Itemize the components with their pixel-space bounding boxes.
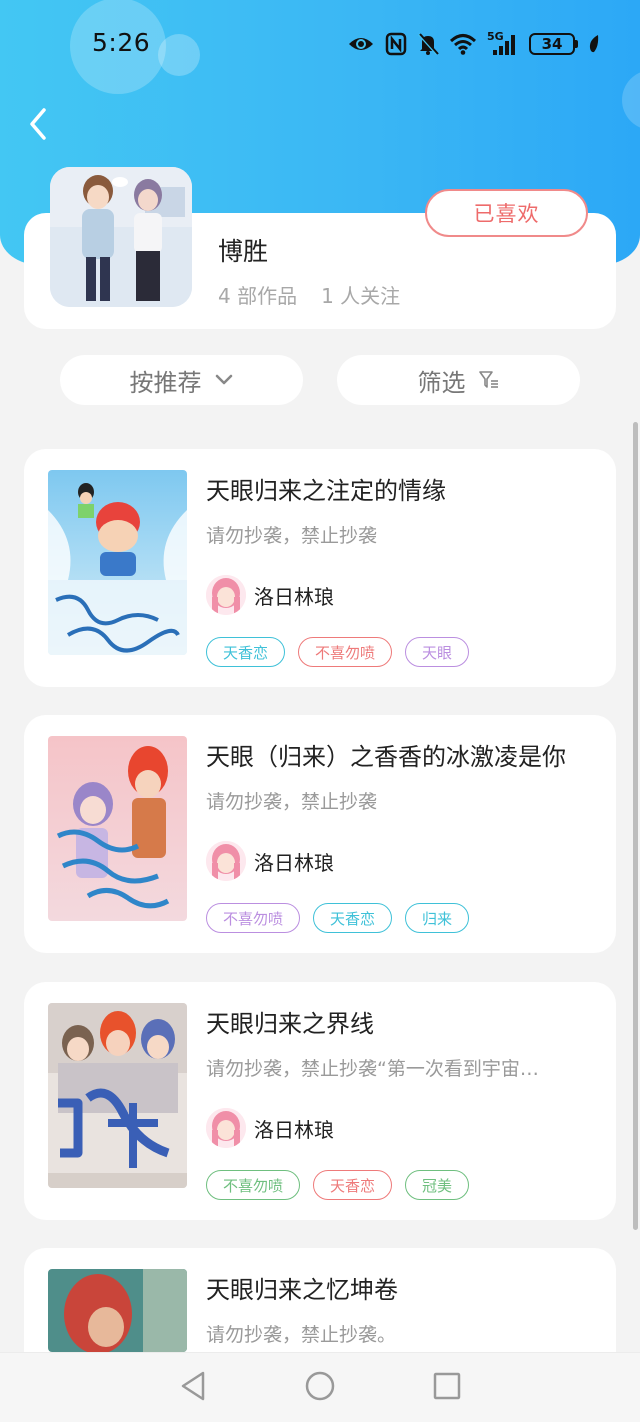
book-description: 请勿抄袭，禁止抄袭: [206, 525, 378, 547]
author-small-avatar: [206, 575, 246, 615]
tag[interactable]: 天香恋: [313, 1170, 393, 1200]
nfc-icon: [385, 32, 407, 56]
book-description: 请勿抄袭，禁止抄袭。: [206, 1324, 397, 1346]
book-author-name: 洛日林琅: [254, 1117, 334, 1142]
book-author[interactable]: 洛日林琅: [206, 1108, 334, 1148]
tag[interactable]: 归来: [405, 903, 470, 933]
chevron-down-icon: [215, 374, 232, 385]
wifi-icon: [449, 33, 477, 55]
author-stats: 4 部作品 1 人关注: [218, 280, 400, 309]
signal-icon: 5G: [487, 30, 519, 56]
bell-off-icon: [417, 32, 439, 56]
filter-button[interactable]: 筛选: [337, 355, 580, 405]
author-small-avatar: [206, 1108, 246, 1148]
tag[interactable]: 不喜勿喷: [206, 1170, 301, 1200]
back-button[interactable]: [18, 104, 58, 144]
tag[interactable]: 天香恋: [313, 903, 393, 933]
author-name: 博胜: [218, 237, 269, 266]
book-author[interactable]: 洛日林琅: [206, 841, 334, 881]
status-icons: 5G 34: [347, 30, 600, 58]
system-nav-bar: [0, 1352, 640, 1422]
book-author-name: 洛日林琅: [254, 584, 334, 609]
filter-icon: [478, 371, 498, 388]
battery-icon: 34: [529, 33, 578, 55]
works-count: 4 部作品: [218, 284, 298, 308]
book-cover[interactable]: [48, 470, 187, 655]
book-card[interactable]: 天眼（归来）之香香的冰激凌是你 请勿抄袭，禁止抄袭 洛日林琅 不喜勿喷 天香恋 …: [24, 715, 616, 953]
tag-list: 天香恋 不喜勿喷 天眼: [206, 637, 470, 667]
eye-icon: [347, 34, 375, 54]
author-small-avatar: [206, 841, 246, 881]
book-description: 请勿抄袭，禁止抄袭: [206, 791, 378, 813]
tag[interactable]: 天香恋: [206, 637, 286, 667]
book-title[interactable]: 天眼（归来）之香香的冰激凌是你: [206, 737, 566, 772]
back-triangle-icon[interactable]: [178, 1370, 208, 1406]
tag-list: 不喜勿喷 天香恋 归来: [206, 903, 470, 933]
tag[interactable]: 天眼: [405, 637, 470, 667]
leaf-icon: [588, 34, 600, 54]
book-card[interactable]: 天眼归来之界线 请勿抄袭，禁止抄袭“第一次看到宇宙… 洛日林琅 不喜勿喷 天香恋…: [24, 982, 616, 1220]
book-title[interactable]: 天眼归来之界线: [206, 1004, 374, 1039]
battery-level: 34: [529, 33, 575, 55]
author-avatar[interactable]: [50, 167, 192, 307]
tag-list: 不喜勿喷 天香恋 冠美: [206, 1170, 470, 1200]
tag[interactable]: 冠美: [405, 1170, 470, 1200]
tag[interactable]: 不喜勿喷: [206, 903, 301, 933]
book-author-name: 洛日林琅: [254, 850, 334, 875]
status-bar: 5:26 5G 34: [0, 0, 640, 88]
book-card[interactable]: 天眼归来之注定的情缘 请勿抄袭，禁止抄袭 洛日林琅 天香恋 不喜勿喷 天眼: [24, 449, 616, 687]
recents-square-icon[interactable]: [432, 1371, 462, 1405]
sort-label: 按推荐: [129, 368, 202, 397]
book-cover[interactable]: [48, 1269, 187, 1352]
book-cover[interactable]: [48, 736, 187, 921]
filter-label: 筛选: [417, 368, 466, 397]
sort-dropdown[interactable]: 按推荐: [60, 355, 303, 405]
book-title[interactable]: 天眼归来之注定的情缘: [206, 471, 446, 506]
status-time: 5:26: [92, 28, 151, 57]
battery-tip: [575, 40, 578, 48]
home-circle-icon[interactable]: [304, 1370, 336, 1406]
book-card[interactable]: 天眼归来之忆坤卷 请勿抄袭，禁止抄袭。: [24, 1248, 616, 1352]
book-cover[interactable]: [48, 1003, 187, 1188]
tag[interactable]: 不喜勿喷: [298, 637, 393, 667]
followers-count: 1 人关注: [321, 284, 401, 308]
book-author[interactable]: 洛日林琅: [206, 575, 334, 615]
chevron-left-icon: [30, 108, 46, 140]
scrollbar[interactable]: [633, 422, 638, 1230]
book-title[interactable]: 天眼归来之忆坤卷: [206, 1270, 398, 1305]
liked-button[interactable]: 已喜欢: [425, 189, 588, 237]
book-description: 请勿抄袭，禁止抄袭“第一次看到宇宙…: [206, 1058, 539, 1080]
